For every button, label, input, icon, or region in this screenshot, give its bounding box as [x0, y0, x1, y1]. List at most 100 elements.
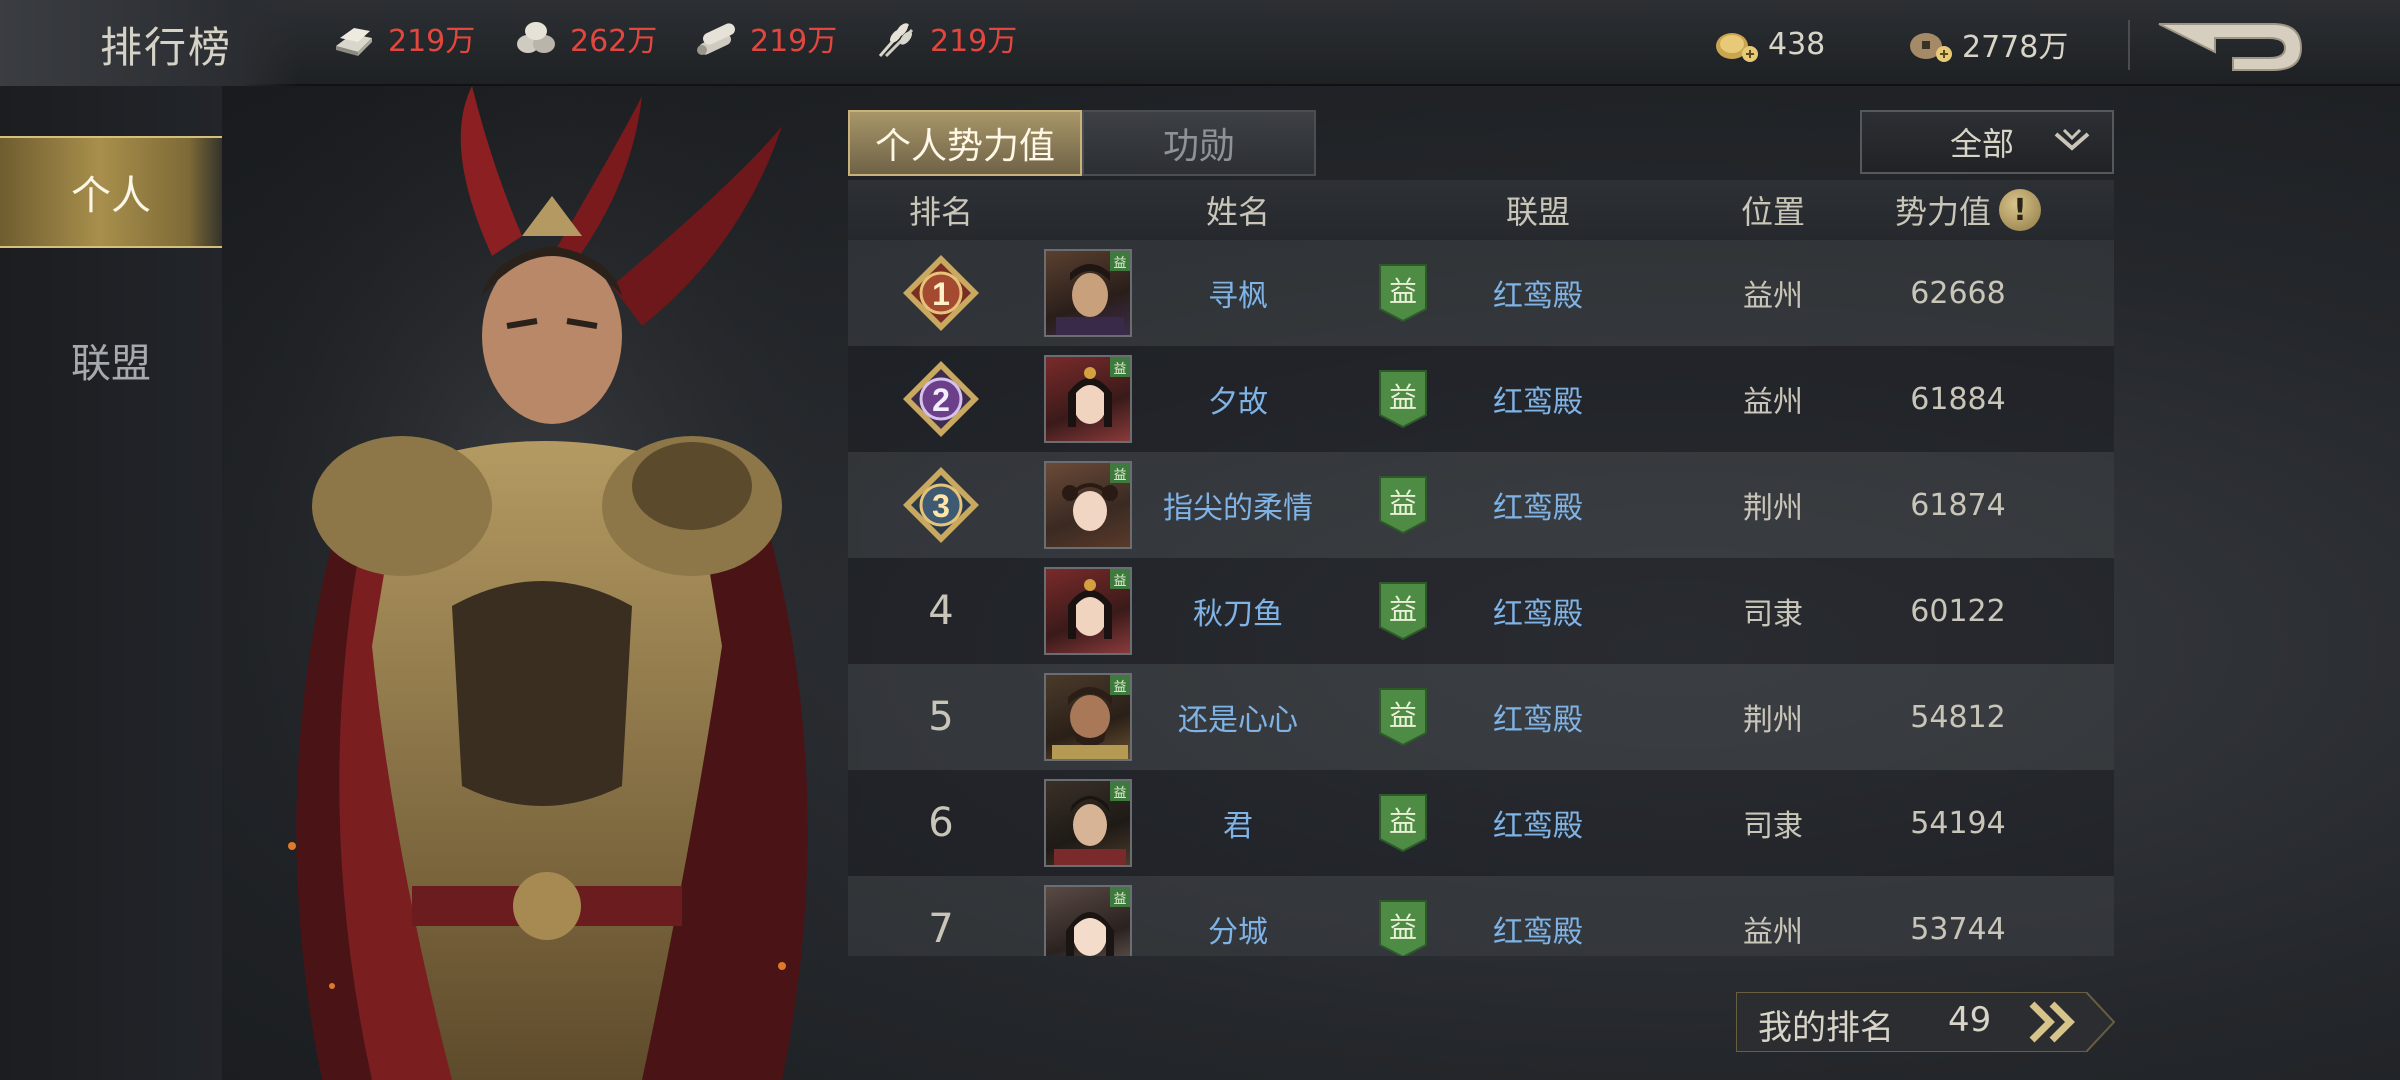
table-row[interactable]: 2 益 夕故 益 红鸾殿 益州 61884 [848, 346, 2114, 452]
column-name: 姓名 [1205, 193, 1270, 231]
tab-merit[interactable]: 功勋 [1082, 110, 1316, 176]
power-value: 54812 [1910, 699, 2006, 735]
svg-text:益: 益 [1389, 382, 1417, 413]
region-banner-icon: 益 [1379, 370, 1427, 429]
sidebar: 个人 联盟 [0, 86, 222, 1080]
region-banner-icon: 益 [1379, 264, 1427, 323]
location-text: 荆州 [1743, 703, 1803, 738]
iron-ingot-icon [336, 28, 372, 56]
region-banner-icon: 益 [1379, 476, 1427, 535]
my-rank-label: 我的排名 [1758, 1008, 1894, 1048]
avatar: 益 [1044, 673, 1132, 761]
rank-number: 6 [928, 800, 954, 846]
alliance-name-link[interactable]: 红鸾殿 [1493, 377, 1583, 421]
player-name-link[interactable]: 指尖的柔情 [1163, 483, 1313, 527]
player-name-link[interactable]: 分城 [1208, 907, 1268, 951]
svg-text:益: 益 [1389, 488, 1417, 519]
sidebar-tab-alliance[interactable]: 联盟 [0, 304, 222, 416]
avatar: 益 [1044, 885, 1132, 956]
currency-copper[interactable]: 2778万 [1906, 22, 2068, 66]
wood-icon [697, 23, 735, 55]
power-value: 61884 [1910, 381, 2006, 417]
table-row[interactable]: 3 益 指尖的柔情 益 红鸾殿 荆州 61874 [848, 452, 2114, 558]
player-name-link[interactable]: 夕故 [1208, 377, 1268, 421]
rank-2-badge-icon: 2 [903, 361, 979, 437]
hero-character-art [222, 86, 862, 1080]
my-rank-button[interactable]: 我的排名 49 [1736, 992, 2116, 1052]
svg-text:益: 益 [1389, 912, 1417, 943]
back-arrow-icon[interactable] [2155, 18, 2305, 76]
filter-dropdown[interactable]: 全部 [1860, 110, 2114, 174]
grain-icon [878, 23, 914, 58]
resource-iron[interactable]: 219万 [330, 16, 475, 60]
location-text: 益州 [1743, 279, 1803, 314]
copper-coin-add-icon [1910, 33, 1952, 62]
page-title: 排行榜 [100, 23, 233, 72]
avatar: 益 [1044, 461, 1132, 549]
resource-wood[interactable]: 219万 [692, 16, 837, 60]
location-text: 益州 [1743, 915, 1803, 950]
avatar: 益 [1044, 355, 1132, 443]
column-alliance: 联盟 [1505, 193, 1570, 231]
location-text: 荆州 [1743, 491, 1803, 526]
alliance-name-link[interactable]: 红鸾殿 [1493, 483, 1583, 527]
region-banner-icon: 益 [1379, 688, 1427, 747]
sidebar-tab-personal[interactable]: 个人 [0, 136, 222, 248]
column-power: 势力值 ! [1868, 180, 2068, 240]
avatar: 益 [1044, 249, 1132, 337]
rank-3-badge-icon: 3 [903, 467, 979, 543]
info-icon[interactable]: ! [1999, 189, 2041, 231]
player-name-link[interactable]: 还是心心 [1178, 695, 1298, 739]
alliance-name-link[interactable]: 红鸾殿 [1493, 271, 1583, 315]
gold-coin-add-icon [1716, 33, 1758, 62]
table-row[interactable]: 5 益 还是心心 益 红鸾殿 荆州 54812 [848, 664, 2114, 770]
power-value: 62668 [1910, 275, 2006, 311]
table-row[interactable]: 1 益 寻枫 益 红鸾殿 益州 62668 [848, 240, 2114, 346]
player-name-link[interactable]: 寻枫 [1208, 271, 1268, 315]
rank-1-badge-icon: 1 [903, 255, 979, 331]
region-banner-icon: 益 [1379, 900, 1427, 956]
resource-grain[interactable]: 219万 [872, 16, 1017, 60]
alliance-name-link[interactable]: 红鸾殿 [1493, 589, 1583, 633]
resource-stone[interactable]: 262万 [512, 16, 657, 60]
currency-gold[interactable]: 438 [1712, 22, 1825, 66]
rank-number: 5 [928, 694, 954, 740]
my-rank-value: 49 [1948, 1000, 1992, 1040]
filter-label: 全部 [1949, 125, 2014, 163]
rank-badge: 3 [866, 452, 1016, 558]
svg-text:2: 2 [932, 382, 950, 418]
chevron-down-icon [2054, 128, 2090, 151]
location-text: 益州 [1743, 385, 1803, 420]
rank-number: 4 [928, 588, 954, 634]
avatar: 益 [1044, 779, 1132, 867]
table-row[interactable]: 6 益 君 益 红鸾殿 司隶 54194 [848, 770, 2114, 876]
column-rank: 排名 [908, 193, 973, 231]
power-value: 60122 [1910, 593, 2006, 629]
alliance-name-link[interactable]: 红鸾殿 [1493, 801, 1583, 845]
table-row[interactable]: 7 益 分城 益 红鸾殿 益州 53744 [848, 876, 2114, 956]
tab-personal-power[interactable]: 个人势力值 [848, 110, 1082, 176]
top-bar: 排行榜 219万 262万 219万 219万 438 2778万 [0, 0, 2400, 86]
location-text: 司隶 [1743, 809, 1803, 844]
svg-text:益: 益 [1389, 276, 1417, 307]
alliance-name-link[interactable]: 红鸾殿 [1493, 907, 1583, 951]
avatar: 益 [1044, 567, 1132, 655]
rank-badge: 2 [866, 346, 1016, 452]
region-banner-icon: 益 [1379, 582, 1427, 641]
rank-badge: 1 [866, 240, 1016, 346]
power-value: 54194 [1910, 805, 2006, 841]
svg-text:益: 益 [1389, 700, 1417, 731]
column-location: 位置 [1740, 193, 1805, 231]
svg-text:1: 1 [932, 276, 950, 312]
player-name-link[interactable]: 秋刀鱼 [1193, 589, 1283, 633]
double-chevron-right-icon [2029, 1001, 2075, 1043]
ranking-list: 1 益 寻枫 益 红鸾殿 益州 62668 2 益 夕故 益 红鸾殿 益州 61… [848, 240, 2114, 956]
table-header: 排名 姓名 联盟 位置 势力值 ! [848, 180, 2114, 240]
stone-icon [517, 22, 555, 53]
table-row[interactable]: 4 益 秋刀鱼 益 红鸾殿 司隶 60122 [848, 558, 2114, 664]
alliance-name-link[interactable]: 红鸾殿 [1493, 695, 1583, 739]
ranking-tabs: 个人势力值 功勋 [848, 110, 1316, 176]
svg-text:益: 益 [1389, 594, 1417, 625]
player-name-link[interactable]: 君 [1223, 801, 1253, 845]
power-value: 53744 [1910, 911, 2006, 947]
